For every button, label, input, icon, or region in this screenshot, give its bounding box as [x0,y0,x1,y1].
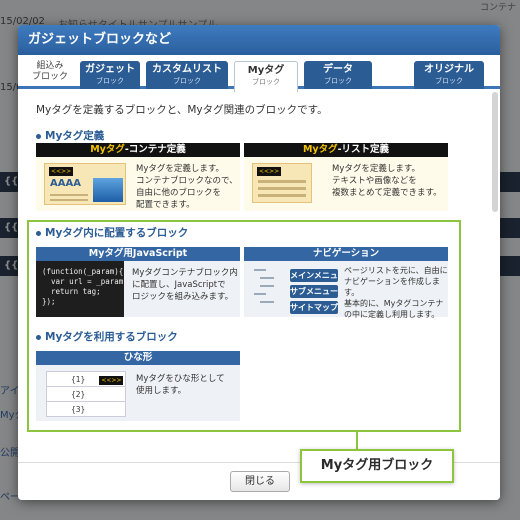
tab-label: オリジナル [424,64,474,75]
card-description: Myタグを定義します。 テキストや画像などを 複数まとめて定義できます。 [332,163,442,199]
tab-label: カスタムリスト [152,64,222,75]
dialog-title: ガジェットブロックなど [18,25,500,55]
block-mytag-container-definition[interactable]: Myタグ-コンテナ定義 <<>> AAAA Myタグを定義します。 コンテナブロ… [36,143,240,211]
container-thumbnail-icon: <<>> AAAA [44,163,126,205]
tab-data[interactable]: データ ブロック [304,61,372,89]
tab-custom-list[interactable]: カスタムリスト ブロック [146,61,228,89]
thumb-line [258,194,306,197]
card-header-text: -コンテナ定義 [124,144,186,155]
tab-sub-label: ブロック [173,77,201,85]
card-header: Myタグ-コンテナ定義 [36,143,240,157]
thumb-image-icon [93,178,123,202]
tab-label: データ [323,64,353,75]
close-button[interactable]: 閉じる [230,471,290,492]
card-header: Myタグ-リスト定義 [244,143,448,157]
tab-sub-label: ブロック [435,77,463,85]
callout-connector [356,432,358,450]
desc-line: 自由に他のブロックを [136,188,222,198]
section-title-define: Myタグ定義 [36,128,500,143]
tag-badge: <<>> [49,167,74,176]
thumb-line [50,194,88,196]
mytag-blocks-callout: Myタグ用ブロック [300,449,454,483]
tag-badge: <<>> [257,167,282,176]
tab-label: ガジェット [85,64,135,75]
list-thumbnail-icon: <<>> [252,163,312,203]
card-header-highlight: Myタグ [90,144,125,155]
tab-bar: 組込み ブロック ガジェット ブロック カスタムリスト ブロック Myタグ ブロ… [18,55,500,92]
tab-original[interactable]: オリジナル ブロック [414,61,484,89]
card-description: Myタグを定義します。 コンテナブロックなので、 自由に他のブロックを 配置でき… [136,163,238,211]
desc-line: コンテナブロックなので、 [136,176,238,186]
thumb-heading: AAAA [50,178,81,189]
tab-sub-label: ブロック [96,77,124,85]
thumb-line [258,180,306,183]
tab-mytag[interactable]: Myタグ ブロック [234,61,298,92]
thumb-line [50,199,88,201]
desc-line: 複数まとめて定義できます。 [332,188,442,198]
desc-line: 配置できます。 [136,200,195,210]
block-mytag-list-definition[interactable]: Myタグ-リスト定義 <<>> Myタグを定義します。 テキストや画像などを 複… [244,143,448,211]
section-title-text: Myタグ定義 [45,130,105,142]
tab-builtin-blocks[interactable]: 組込み ブロック [32,61,68,83]
tab-gadget[interactable]: ガジェット ブロック [80,61,140,89]
tab-label: 組込み [36,61,64,71]
tab-sub-label: ブロック [32,72,69,82]
tab-sub-label: ブロック [252,78,280,86]
tab-label: Myタグ [247,65,285,76]
desc-line: Myタグを定義します。 [332,164,421,174]
card-header-highlight: Myタグ [302,144,338,155]
card-header-text: -リスト定義 [337,144,390,155]
bullet-icon [36,133,41,139]
mytag-blocks-highlight [27,220,461,432]
tab-sub-label: ブロック [324,77,352,85]
desc-line: テキストや画像などを [332,176,417,186]
intro-text: Myタグを定義するブロックと、Myタグ関連のブロックです。 [36,104,328,116]
desc-line: Myタグを定義します。 [136,164,225,174]
thumb-line [258,187,306,190]
